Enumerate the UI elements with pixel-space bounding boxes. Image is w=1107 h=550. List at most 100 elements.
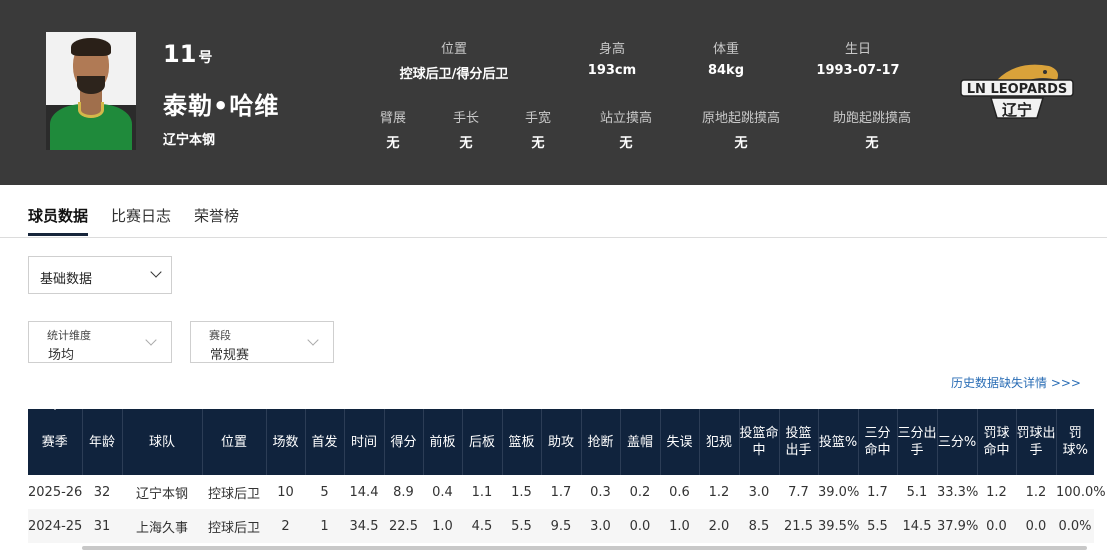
table-cell: 37.9%	[937, 509, 978, 543]
chevron-down-icon	[150, 266, 162, 278]
table-cell: 5.5	[858, 509, 897, 543]
table-cell: 0.6	[669, 484, 690, 500]
table-cell: 22.5	[384, 509, 423, 543]
table-cell: 8.5	[739, 509, 779, 543]
table-cell: 3.0	[748, 484, 770, 500]
table-cell: 控球后卫	[207, 486, 260, 502]
table-cell: 33.3%	[937, 484, 979, 500]
column-header[interactable]: 场数	[266, 409, 306, 475]
table-cell: 1.1	[471, 484, 493, 500]
table-cell: 31	[82, 509, 122, 543]
svg-text:LN LEOPARDS: LN LEOPARDS	[967, 82, 1067, 97]
table-cell: 100.0%	[1056, 484, 1106, 500]
column-header[interactable]: 投篮%	[818, 409, 859, 475]
svg-text:辽宁: 辽宁	[1002, 101, 1032, 119]
chevron-down-icon	[307, 334, 319, 346]
table-cell: 32	[93, 484, 111, 500]
info-hand-width: 手宽无	[524, 111, 551, 151]
table-row: 2025-26 32 辽宁本钢 控球后卫 10 5 14.4 8.9 0.4 1.1 1.5 1.7 0…	[28, 475, 1106, 509]
player-photo	[46, 32, 136, 150]
filter-dimension[interactable]: 统计维度 场均	[28, 321, 172, 363]
table-cell: 7.7	[788, 484, 809, 500]
table-cell: 1.2	[986, 484, 1007, 500]
column-header[interactable]: 失误	[660, 409, 700, 475]
table-cell: 0.0	[977, 509, 1016, 543]
column-header[interactable]: 助攻	[541, 409, 582, 475]
table-cell: 5.5	[502, 509, 541, 543]
filter-stage[interactable]: 赛段 常规赛	[190, 321, 334, 363]
history-missing-link[interactable]: 历史数据缺失详情 >>>	[951, 374, 1081, 391]
column-header[interactable]: 罚球命中	[977, 409, 1017, 475]
column-header[interactable]: 三分命中	[858, 409, 898, 475]
column-header[interactable]: 罚球%	[1056, 409, 1094, 475]
player-header: 11 号 泰勒•哈维 辽宁本钢 位置 控球后卫/得分后卫 身高 193cm 体重 84k…	[0, 0, 1107, 185]
table-cell: 9.5	[541, 509, 581, 543]
column-header[interactable]: 盖帽	[620, 409, 661, 475]
column-header[interactable]: 首发	[305, 409, 345, 475]
column-header[interactable]: 前板	[423, 409, 463, 475]
info-standing-vertical: 原地起跳摸高无	[701, 111, 780, 151]
table-cell: 2024-25	[28, 509, 82, 543]
table-cell: 4.5	[462, 509, 502, 543]
table-cell: 0.3	[590, 484, 611, 500]
column-header[interactable]: 时间	[344, 409, 385, 475]
column-header[interactable]: 三分%	[937, 409, 978, 475]
table-cell: 1.0	[660, 509, 699, 543]
column-header[interactable]: 年龄	[82, 409, 123, 475]
table-cell: 1.7	[550, 484, 572, 500]
table-cell: 5	[320, 484, 329, 500]
column-header[interactable]: 后板	[462, 409, 503, 475]
table-cell: 上海久事	[122, 509, 202, 543]
table-cell: 34.5	[344, 509, 384, 543]
table-cell: 2.0	[699, 509, 739, 543]
table-cell: 0.0	[620, 509, 660, 543]
column-header[interactable]: 篮板	[502, 409, 542, 475]
info-height: 身高 193cm	[587, 42, 637, 78]
tab-game-log[interactable]: 比赛日志	[111, 205, 171, 233]
horizontal-scrollbar[interactable]	[82, 546, 1087, 550]
column-header[interactable]: 得分	[384, 409, 424, 475]
table-cell: 21.5	[779, 509, 818, 543]
data-type-select[interactable]: 基础数据	[28, 256, 172, 294]
column-header[interactable]: 抢断	[581, 409, 621, 475]
active-column-pointer	[48, 403, 62, 410]
table-cell: 1.2	[1025, 484, 1047, 500]
table-cell: 1.2	[708, 484, 730, 500]
table-cell: 0.0	[1016, 509, 1056, 543]
info-running-vertical: 助跑起跳摸高无	[832, 111, 911, 151]
table-cell: 39.5%	[818, 509, 859, 543]
table-cell: 2025-26	[28, 484, 83, 500]
column-header[interactable]: 投篮命中	[739, 409, 780, 475]
column-header[interactable]: 罚球出手	[1016, 409, 1057, 475]
column-header[interactable]: 球队	[122, 409, 203, 475]
tab-player-stats[interactable]: 球员数据	[28, 205, 89, 236]
table-header-row: 赛季 年龄 球队 位置 场数 首发 时间 得分 前板 后板 篮板 助攻 抢断 盖帽 失误 犯规 投篮命中 投篮出手…	[28, 409, 1094, 475]
table-cell: 1.0	[423, 509, 462, 543]
table-cell: 控球后卫	[202, 509, 266, 543]
info-weight: 体重 84kg	[707, 42, 745, 78]
table-cell: 0.2	[629, 484, 651, 500]
table-cell: 1	[305, 509, 344, 543]
column-header[interactable]: 位置	[202, 409, 267, 475]
chevron-down-icon	[145, 334, 157, 346]
player-number: 11 号	[163, 40, 213, 68]
column-header[interactable]: 犯规	[699, 409, 740, 475]
table-cell: 5.1	[906, 484, 928, 500]
table-cell: 0.4	[432, 484, 453, 500]
table-cell: 1.7	[867, 484, 888, 500]
table-cell: 39.0%	[818, 484, 860, 500]
tab-bar: 球员数据 比赛日志 荣誉榜	[0, 185, 1107, 238]
column-header[interactable]: 三分出手	[897, 409, 938, 475]
table-cell: 辽宁本钢	[135, 486, 188, 502]
info-position: 位置 控球后卫/得分后卫	[399, 42, 509, 82]
table-cell: 0.0%	[1056, 509, 1094, 543]
table-cell: 10	[277, 484, 294, 500]
table-cell: 8.9	[393, 484, 414, 500]
table-cell: 2	[266, 509, 305, 543]
table-cell: 14.4	[349, 484, 379, 500]
tab-honors[interactable]: 荣誉榜	[194, 205, 239, 233]
column-header[interactable]: 赛季	[28, 409, 83, 475]
leopard-logo-icon: LN LEOPARDS 辽宁	[960, 64, 1074, 119]
column-header[interactable]: 投篮出手	[779, 409, 819, 475]
info-wingspan: 臂展无	[379, 111, 406, 151]
